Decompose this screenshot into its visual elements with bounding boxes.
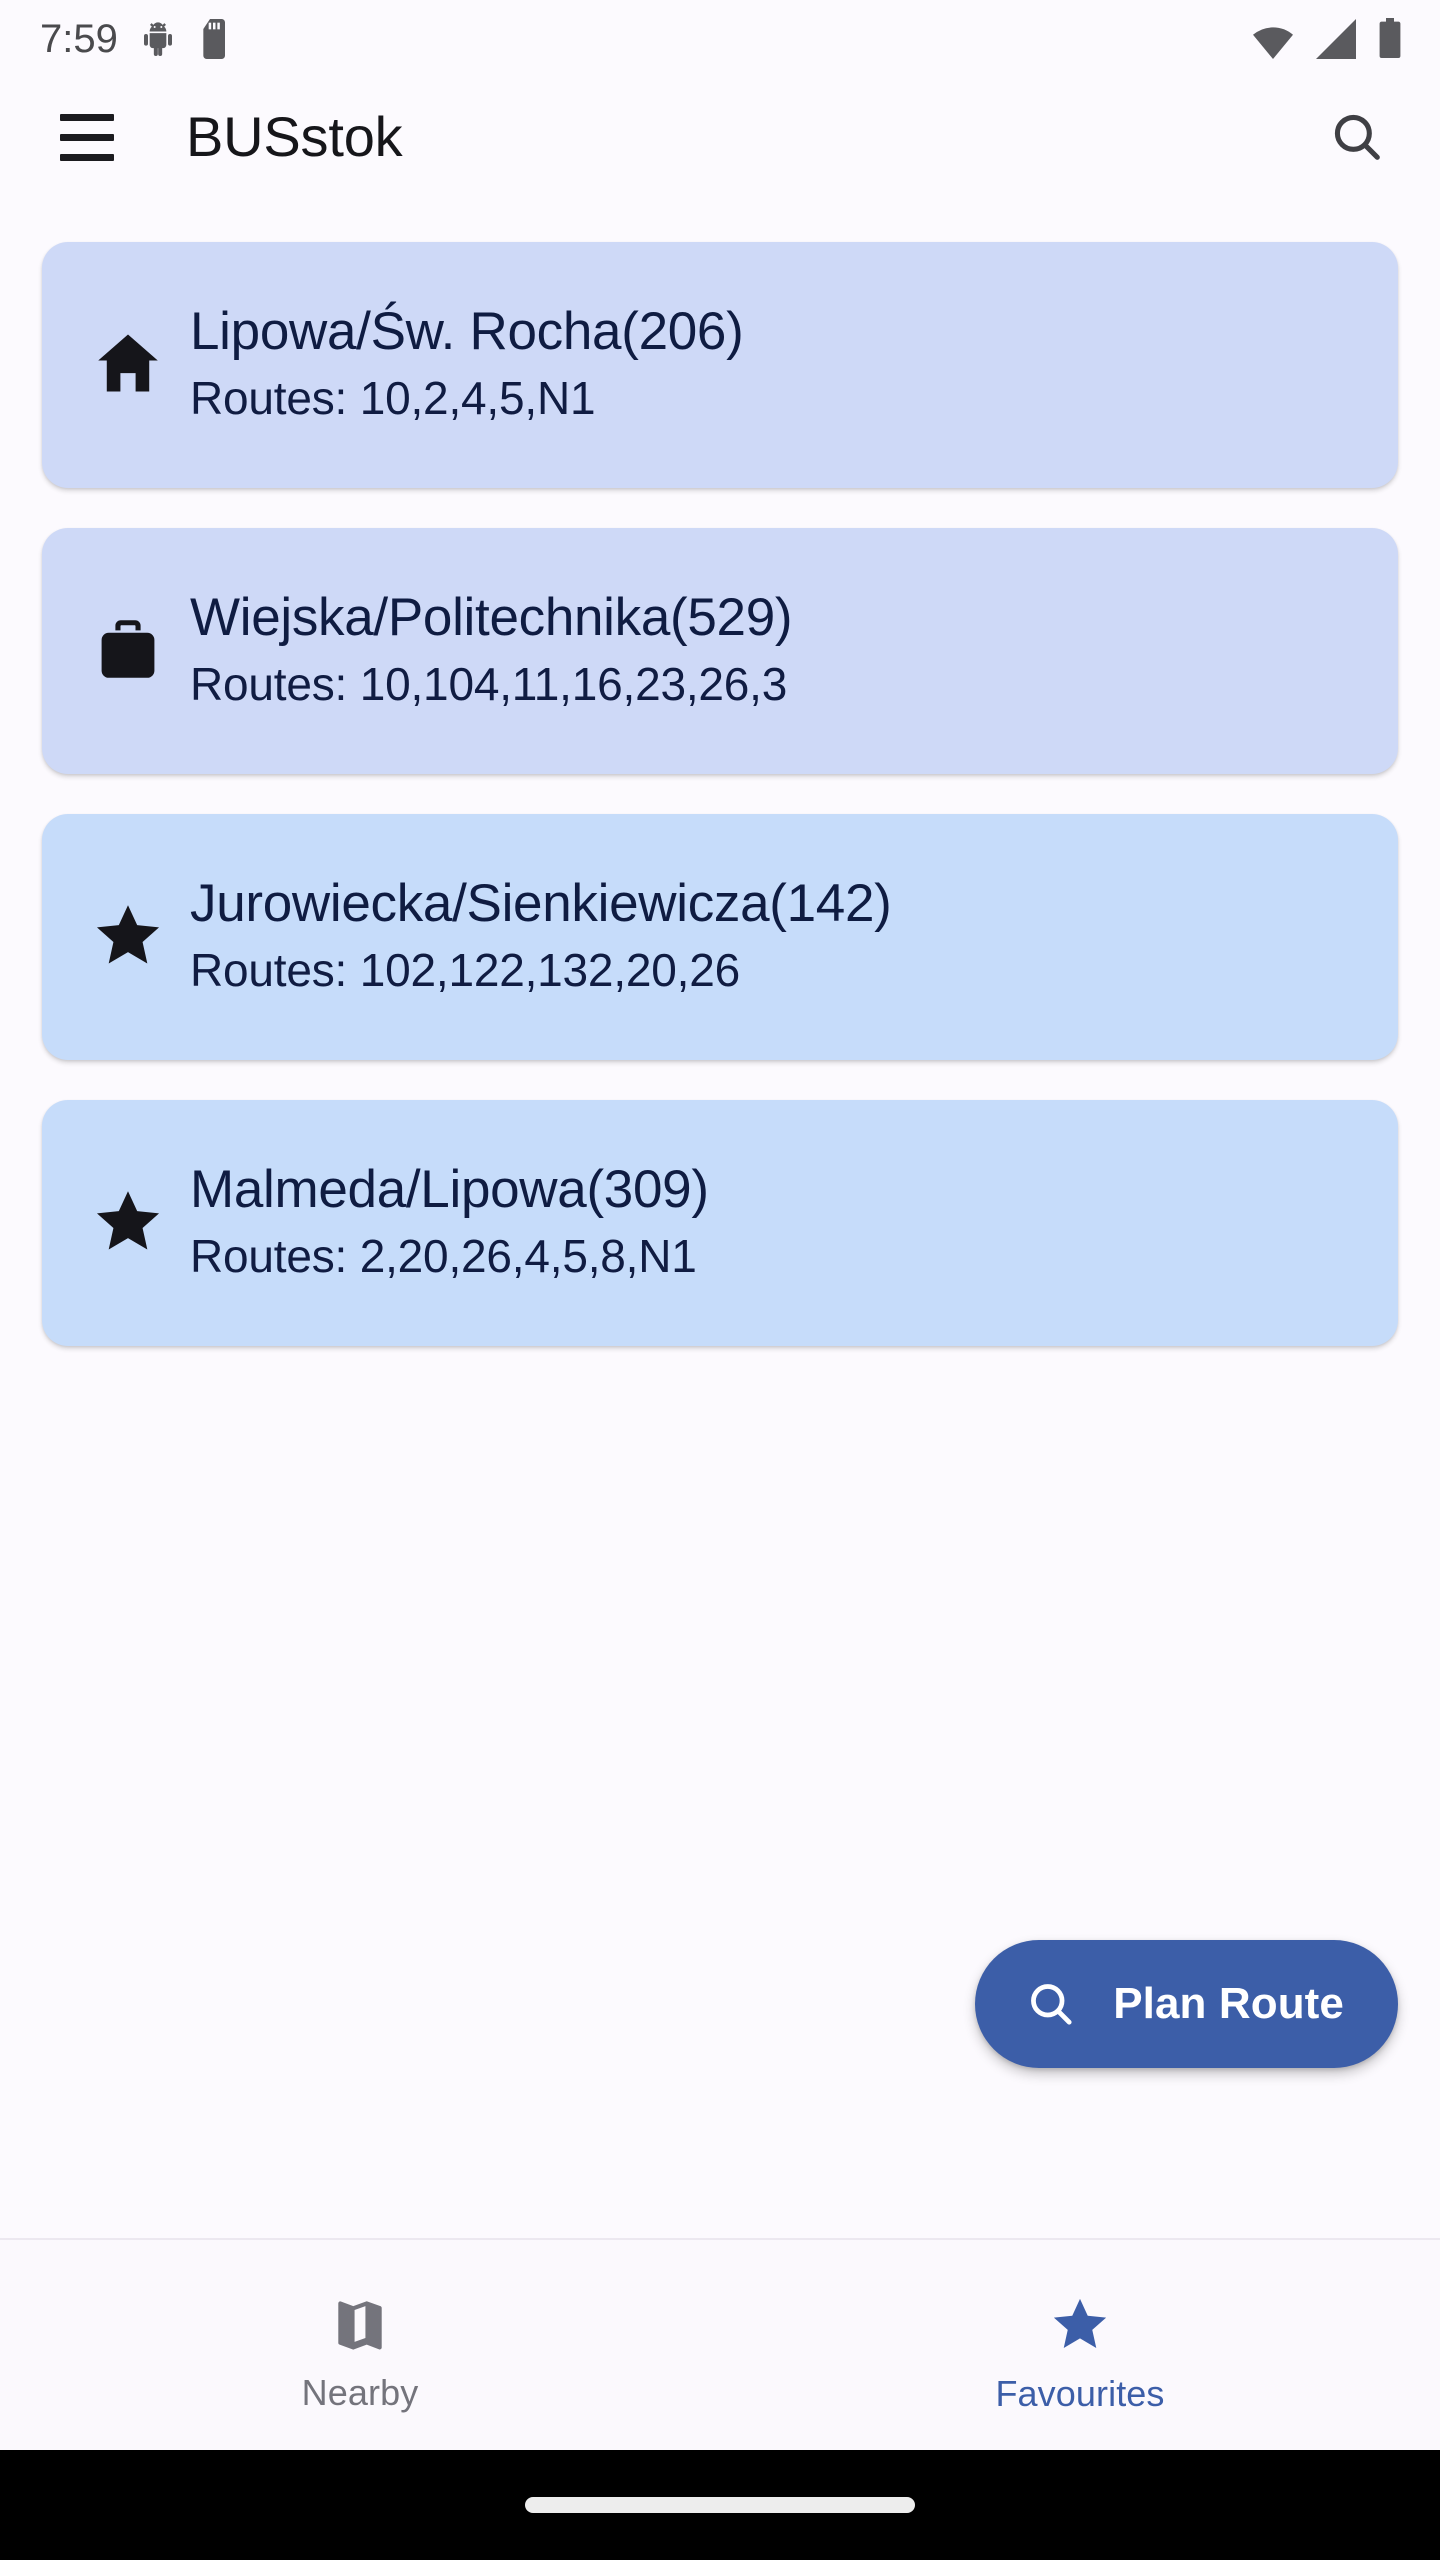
- stop-name: Wiejska/Politechnika(529): [190, 587, 793, 647]
- stop-name: Malmeda/Lipowa(309): [190, 1159, 709, 1219]
- stop-routes: Routes: 102,122,132,20,26: [190, 943, 741, 996]
- stop-icon-slot: [72, 325, 184, 401]
- wifi-icon: [1253, 27, 1293, 59]
- nav-item-favourites[interactable]: Favourites: [720, 2240, 1440, 2450]
- star-icon: [96, 1191, 160, 1250]
- sd-card-icon: [203, 19, 225, 59]
- briefcase-icon: [101, 620, 155, 678]
- status-bar-left: 7:59: [40, 19, 232, 59]
- stop-info: Jurowiecka/Sienkiewicza(142) Routes: 102…: [184, 873, 1364, 996]
- hamburger-line: [60, 153, 114, 161]
- hamburger-menu-icon[interactable]: [50, 100, 124, 174]
- system-gesture-bar: [0, 2450, 1440, 2560]
- list-item[interactable]: Wiejska/Politechnika(529) Routes: 10,104…: [42, 528, 1398, 774]
- search-button[interactable]: [1302, 82, 1412, 192]
- nav-label-nearby: Nearby: [301, 2372, 419, 2413]
- list-item[interactable]: Jurowiecka/Sienkiewicza(142) Routes: 102…: [42, 814, 1398, 1060]
- search-icon: [1031, 1984, 1072, 2025]
- stop-info: Wiejska/Politechnika(529) Routes: 10,104…: [184, 587, 1364, 710]
- hamburger-line: [60, 113, 114, 121]
- battery-icon: [1379, 18, 1401, 58]
- cellular-signal-icon: [1316, 19, 1356, 59]
- stop-name: Jurowiecka/Sienkiewicza(142): [190, 873, 892, 933]
- stop-routes: Routes: 10,2,4,5,N1: [190, 371, 596, 424]
- stop-name: Lipowa/Św. Rocha(206): [190, 301, 744, 361]
- stop-info: Malmeda/Lipowa(309) Routes: 2,20,26,4,5,…: [184, 1159, 1364, 1282]
- star-icon: [1053, 2298, 1107, 2348]
- favourites-list: Lipowa/Św. Rocha(206) Routes: 10,2,4,5,N…: [0, 196, 1440, 2238]
- list-item[interactable]: Malmeda/Lipowa(309) Routes: 2,20,26,4,5,…: [42, 1100, 1398, 1346]
- star-icon: [96, 905, 160, 964]
- nav-item-nearby[interactable]: Nearby: [0, 2240, 720, 2450]
- stop-icon-slot: [72, 897, 184, 973]
- stop-info: Lipowa/Św. Rocha(206) Routes: 10,2,4,5,N…: [184, 301, 1364, 424]
- fab-container: Plan Route: [975, 1940, 1398, 2068]
- stop-routes: Routes: 2,20,26,4,5,8,N1: [190, 1229, 697, 1282]
- nav-label-favourites: Favourites: [995, 2373, 1165, 2414]
- gesture-handle[interactable]: [525, 2497, 915, 2513]
- stop-icon-slot: [72, 1183, 184, 1259]
- plan-route-label: Plan Route: [1113, 1979, 1344, 2028]
- plan-route-button[interactable]: Plan Route: [975, 1940, 1398, 2068]
- status-bar-right: [1250, 18, 1404, 60]
- stop-routes: Routes: 10,104,11,16,23,26,3: [190, 657, 788, 710]
- bottom-navigation: Nearby Favourites: [0, 2238, 1440, 2450]
- list-item[interactable]: Lipowa/Św. Rocha(206) Routes: 10,2,4,5,N…: [42, 242, 1398, 488]
- android-debug-icon: [143, 22, 172, 57]
- search-icon: [1334, 114, 1380, 160]
- status-bar: 7:59: [0, 0, 1440, 78]
- home-icon: [98, 334, 158, 392]
- map-icon: [338, 2301, 382, 2350]
- app-bar: BUSstok: [0, 78, 1440, 196]
- stop-icon-slot: [72, 613, 184, 685]
- app-screen: 7:59 BUSstok Lipowa/Św. Rocha(206) Route…: [0, 0, 1440, 2560]
- page-title: BUSstok: [186, 105, 403, 168]
- hamburger-line: [60, 133, 114, 141]
- status-time: 7:59: [40, 17, 118, 61]
